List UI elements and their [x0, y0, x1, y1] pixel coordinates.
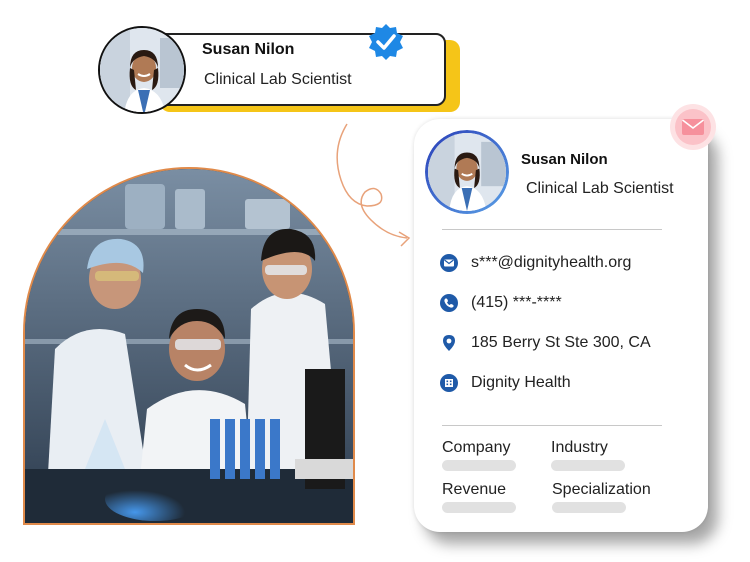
- revenue-placeholder-bar: [442, 502, 516, 513]
- email-text[interactable]: s***@dignityhealth.org: [471, 254, 631, 272]
- profile-name: Susan Nilon: [521, 151, 608, 168]
- profile-role: Clinical Lab Scientist: [526, 180, 674, 197]
- building-icon: [440, 374, 458, 392]
- specialization-placeholder-bar: [552, 502, 626, 513]
- badge-role: Clinical Lab Scientist: [204, 71, 352, 88]
- profile-avatar: [428, 133, 506, 211]
- email-row[interactable]: s***@dignityhealth.org: [440, 251, 631, 275]
- address-text: 185 Berry St Ste 300, CA: [471, 334, 651, 351]
- industry-label: Industry: [551, 439, 608, 456]
- badge-name: Susan Nilon: [202, 41, 295, 58]
- divider: [442, 229, 662, 230]
- phone-row[interactable]: (415) ***-****: [440, 291, 562, 315]
- divider: [442, 425, 662, 426]
- envelope-icon: [682, 119, 704, 135]
- send-email-button[interactable]: [670, 104, 716, 150]
- email-icon: [440, 254, 458, 272]
- company-placeholder-bar: [442, 460, 516, 471]
- curved-arrow-icon: [325, 120, 425, 250]
- phone-icon: [440, 294, 458, 312]
- revenue-label: Revenue: [442, 481, 507, 498]
- lab-team-photo: [23, 167, 355, 525]
- verified-badge-icon: [366, 22, 406, 62]
- phone-text[interactable]: (415) ***-****: [471, 294, 562, 312]
- specialization-label: Specialization: [552, 481, 651, 498]
- location-pin-icon: [440, 334, 458, 352]
- organization-row: Dignity Health: [440, 371, 571, 395]
- address-row: 185 Berry St Ste 300, CA: [440, 331, 651, 355]
- top-name-badge: Susan Nilon Clinical Lab Scientist: [98, 24, 460, 114]
- company-label: Company: [442, 439, 511, 456]
- organization-text: Dignity Health: [471, 374, 571, 391]
- mail-icon-wrap: [675, 109, 711, 145]
- industry-placeholder-bar: [551, 460, 625, 471]
- contact-profile-card: Susan Nilon Clinical Lab Scientist s***@…: [414, 119, 708, 532]
- top-avatar: [98, 26, 186, 114]
